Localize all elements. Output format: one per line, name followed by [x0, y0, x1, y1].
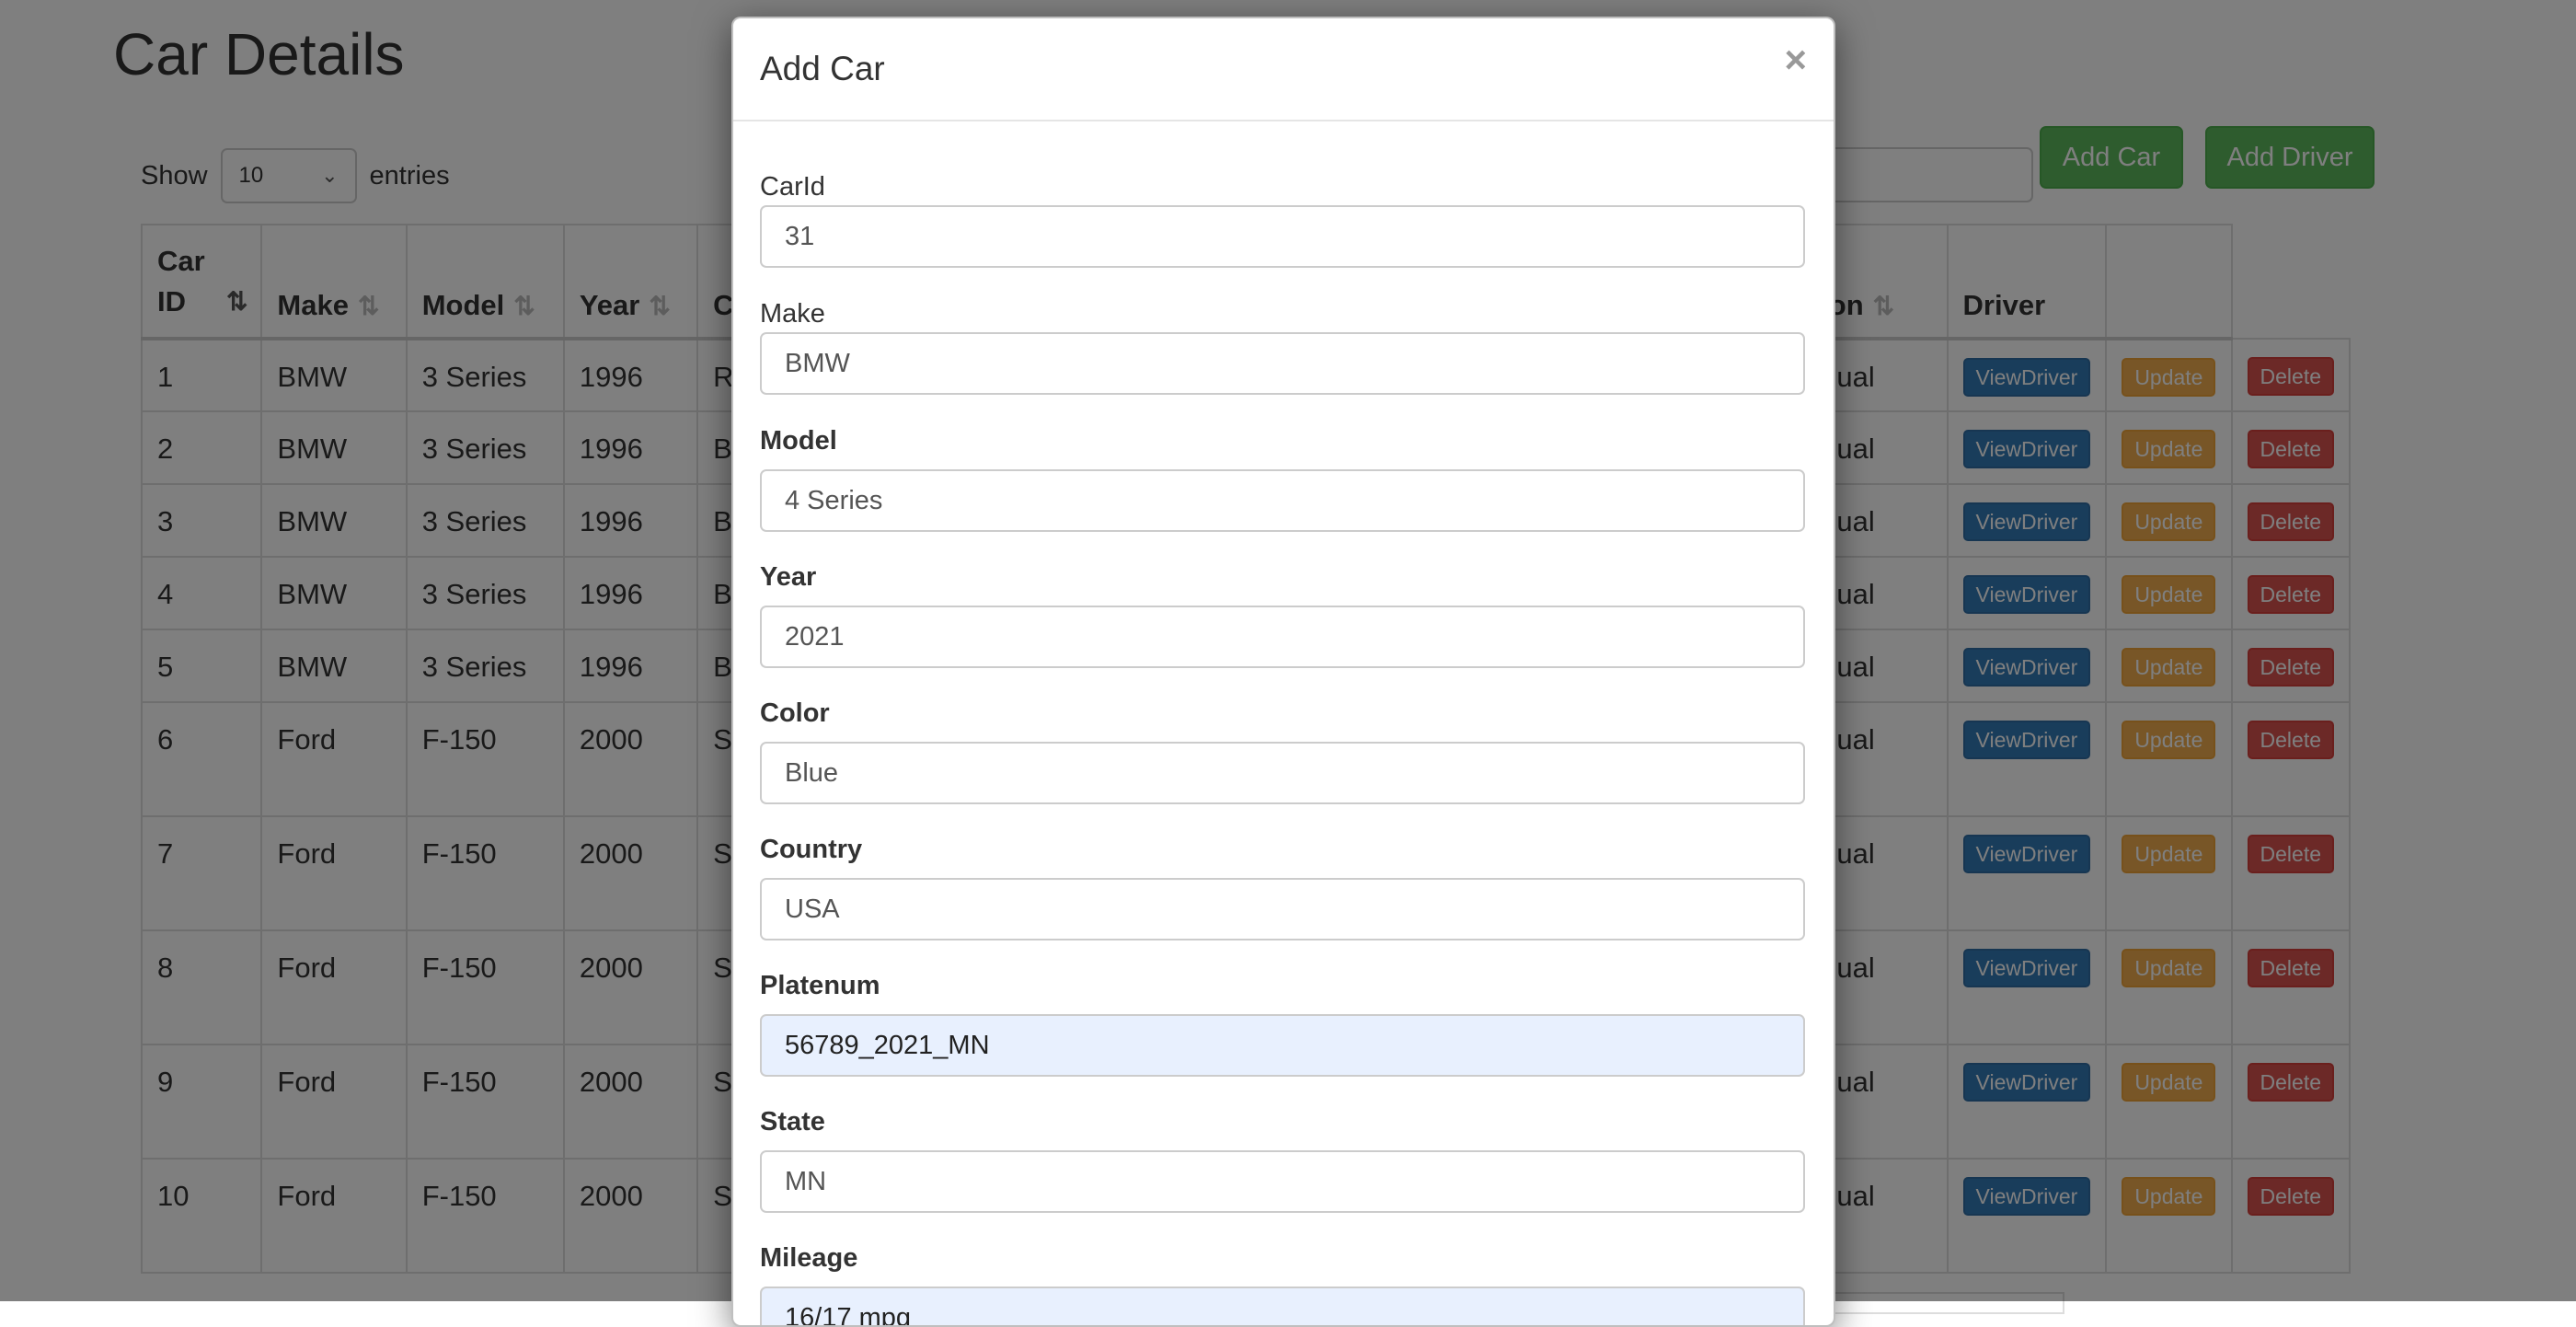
platenum-label: Platenum — [760, 971, 880, 1000]
make-field[interactable]: BMW — [760, 332, 1805, 395]
mileage-field[interactable]: 16/17 mpg — [760, 1287, 1805, 1325]
form-group-country: Country USA — [760, 831, 1805, 940]
carid-field[interactable]: 31 — [760, 205, 1805, 268]
mileage-label: Mileage — [760, 1243, 858, 1273]
make-label: Make — [760, 299, 825, 329]
platenum-field[interactable]: 56789_2021_MN — [760, 1014, 1805, 1077]
form-group-year: Year 2021 — [760, 559, 1805, 668]
state-label: State — [760, 1107, 825, 1137]
form-group-state: State MN — [760, 1103, 1805, 1213]
form-group-carid: CarId 31 — [760, 168, 1805, 268]
carid-label: CarId — [760, 172, 825, 202]
year-label: Year — [760, 562, 817, 592]
color-label: Color — [760, 698, 830, 728]
state-field[interactable]: MN — [760, 1150, 1805, 1213]
model-label: Model — [760, 426, 837, 456]
country-label: Country — [760, 835, 863, 864]
form-group-platenum: Platenum 56789_2021_MN — [760, 967, 1805, 1077]
form-group-color: Color Blue — [760, 695, 1805, 804]
form-group-mileage: Mileage 16/17 mpg — [760, 1240, 1805, 1325]
form-group-make: Make BMW — [760, 295, 1805, 395]
country-field[interactable]: USA — [760, 878, 1805, 940]
model-field[interactable]: 4 Series — [760, 469, 1805, 532]
color-field[interactable]: Blue — [760, 742, 1805, 804]
modal-title: Add Car — [760, 50, 885, 87]
year-field[interactable]: 2021 — [760, 606, 1805, 668]
modal-header: Add Car × — [733, 18, 1834, 121]
form-group-model: Model 4 Series — [760, 422, 1805, 532]
add-car-modal: Add Car × CarId 31 Make BMW Model 4 Seri… — [731, 17, 1835, 1327]
close-icon[interactable]: × — [1784, 40, 1807, 79]
